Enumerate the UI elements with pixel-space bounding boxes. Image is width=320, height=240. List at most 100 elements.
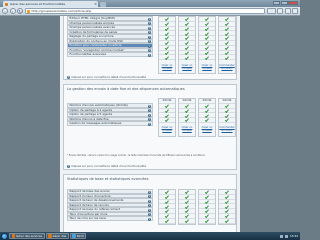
taskbar-app-0[interactable]: Gérer des services xyxy=(9,232,45,240)
window-controls xyxy=(273,0,298,5)
cta-link[interactable]: Créer un compte xyxy=(159,64,175,70)
checkmark-icon xyxy=(206,219,209,222)
checkmark-icon xyxy=(186,51,189,54)
detail-hint: i Cliquez sur pour connaître le détail d… xyxy=(67,75,146,79)
feature-cell xyxy=(179,219,195,224)
close-window-button[interactable] xyxy=(288,0,298,5)
cta-link[interactable]: Créer un compte xyxy=(179,64,195,70)
info-icon[interactable]: i xyxy=(147,122,151,126)
checkmark-icon xyxy=(206,119,209,122)
plan-column-header: Illimité xyxy=(162,99,172,103)
cta-cell: Créer un compte xyxy=(179,60,195,73)
maximize-button[interactable] xyxy=(280,0,288,5)
cta-cell: Créer un compte xyxy=(159,123,175,136)
browser-app-icon xyxy=(48,234,52,238)
search-box[interactable] xyxy=(266,8,276,14)
checkmark-icon xyxy=(226,37,229,40)
checkmark-icon xyxy=(226,190,229,193)
sending-panel: La gestion des envois à date fixe et des… xyxy=(63,84,237,170)
checkmark-icon xyxy=(166,214,169,217)
new-tab-button[interactable] xyxy=(100,1,106,7)
taskbar-app-label: Paint xyxy=(76,234,84,238)
feature-row[interactable]: Gestion de messages automatiques i xyxy=(67,121,153,126)
cta-link[interactable]: Créer un compte xyxy=(159,126,175,132)
cta-link[interactable]: Commander en direct xyxy=(218,126,235,132)
cta-link[interactable]: Créer un compte xyxy=(199,64,215,70)
cta-link[interactable]: Créer un compte xyxy=(179,126,195,132)
feature-list: Éditeur HTML intégré (tinyMCE) i Champs pe… xyxy=(67,16,153,57)
browser-toolbar: ‹ › ↻ http://groupwaremobile.com/article… xyxy=(0,7,300,16)
cta-link[interactable]: Commander en direct xyxy=(218,64,235,70)
plan-column-3 xyxy=(218,189,236,225)
tab-title: Gérer des services et fonctionnalités xyxy=(10,2,66,6)
checkmark-icon xyxy=(226,17,229,20)
cta-cell: Créer un compte xyxy=(159,60,175,73)
checkmark-icon xyxy=(186,46,189,49)
bookmark-star-icon[interactable] xyxy=(277,8,283,14)
checkmark-icon xyxy=(166,104,169,107)
checkmark-icon xyxy=(186,32,189,35)
checkmark-icon xyxy=(166,27,169,30)
checkmark-icon xyxy=(226,205,229,208)
checkmark-icon xyxy=(186,41,189,44)
info-icon[interactable]: i xyxy=(147,217,151,221)
checkmark-icon xyxy=(206,22,209,25)
checkmark-icon xyxy=(186,214,189,217)
info-icon[interactable]: i xyxy=(147,53,151,57)
home-icon[interactable] xyxy=(284,8,291,14)
menu-icon[interactable] xyxy=(292,8,298,14)
clock[interactable]: 15:42 xyxy=(290,234,298,238)
checkmark-icon xyxy=(226,195,229,198)
detail-hint: i Cliquez sur pour connaître le détail d… xyxy=(67,164,146,168)
feature-list: Nombre d'envois automatiques (illimité) i… xyxy=(67,103,153,126)
page-viewport: Éditeur HTML intégré (tinyMCE) i Champs pe… xyxy=(0,16,300,232)
network-icon[interactable] xyxy=(279,234,283,238)
checkmark-icon xyxy=(226,104,229,107)
checkmark-icon xyxy=(206,46,209,49)
taskbar-app-label: Gérer des xyxy=(52,234,67,238)
forward-arrow-icon[interactable]: › xyxy=(9,8,16,14)
paint-app-icon xyxy=(72,234,76,238)
checkmark-icon xyxy=(186,104,189,107)
volume-icon[interactable] xyxy=(284,234,288,238)
close-tab-icon[interactable]: × xyxy=(94,2,97,6)
cta-cell: Créer un compte xyxy=(199,123,215,136)
checkmark-icon xyxy=(226,46,229,49)
checkmark-icon xyxy=(206,210,209,213)
taskbar-app-1[interactable]: Gérer des xyxy=(45,232,69,240)
back-arrow-icon[interactable]: ‹ xyxy=(2,8,8,14)
checkmark-icon xyxy=(166,41,169,44)
feature-label: Gestion de messages automatiques xyxy=(69,121,122,126)
taskbar-app-2[interactable]: Paint xyxy=(69,232,87,240)
checkmark-icon xyxy=(226,32,229,35)
section-title: Statistiques de base et statistiques ava… xyxy=(67,177,149,181)
checkmark-icon xyxy=(186,119,189,122)
cta-link[interactable]: Créer un compte xyxy=(199,126,215,132)
checkmark-icon xyxy=(166,114,169,117)
checkmark-icon xyxy=(166,51,169,54)
checkmark-icon xyxy=(166,32,169,35)
checkmark-icon xyxy=(206,200,209,203)
feature-label: Fonctionnalités avancées xyxy=(69,52,107,57)
checkmark-icon xyxy=(206,17,209,20)
checkmark-icon xyxy=(206,104,209,107)
start-menu-icon[interactable] xyxy=(1,232,8,240)
minimize-button[interactable] xyxy=(273,0,280,5)
feature-row[interactable]: Fonctionnalités avancées i xyxy=(67,52,153,57)
checkmark-icon xyxy=(166,210,169,213)
checkmark-icon xyxy=(226,200,229,203)
plan-column-header: Illimité xyxy=(182,99,192,103)
browser-tab-bar: Gérer des services et fonctionnalités × xyxy=(0,0,300,7)
os-taskbar: Gérer des services Gérer des Paint 15:42 xyxy=(0,232,300,240)
plan-column-header: Illimité xyxy=(222,99,232,103)
reload-icon[interactable]: ↻ xyxy=(17,8,23,14)
plan-column-3: Commander en direct xyxy=(218,16,236,75)
checkmark-icon xyxy=(186,190,189,193)
checkmark-icon xyxy=(166,46,169,49)
checkmark-icon xyxy=(166,219,169,222)
feature-row[interactable]: Taux de clics sur les liens i xyxy=(67,216,153,221)
features-panel: Éditeur HTML intégré (tinyMCE) i Champs pe… xyxy=(63,16,237,80)
checkmark-icon xyxy=(186,22,189,25)
feature-label: Taux de clics sur les liens xyxy=(69,216,106,221)
address-bar[interactable]: http://groupwaremobile.com/article.php xyxy=(24,8,265,14)
